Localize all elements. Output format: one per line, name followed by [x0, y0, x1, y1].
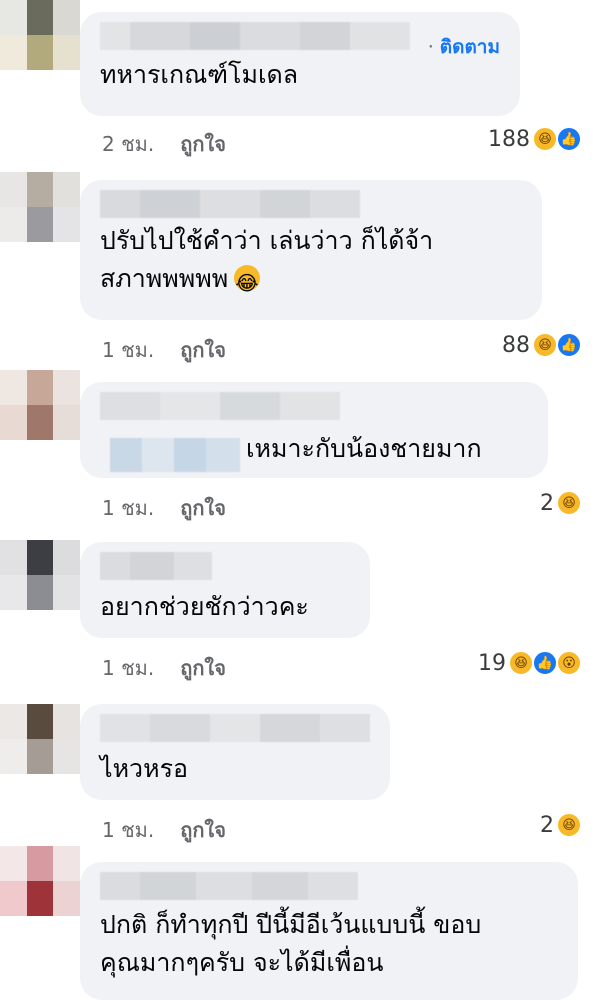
like-icon: 👍 — [556, 126, 582, 152]
comment-bubble: อยากช่วยชักว่าวคะ — [80, 542, 370, 638]
wow-icon: 😮 — [556, 650, 582, 676]
timestamp[interactable]: 1 ชม. — [102, 814, 154, 846]
comment-bubble: เหมาะกับน้องชายมาก — [80, 382, 548, 478]
like-button[interactable]: ถูกใจ — [180, 334, 226, 366]
comment-bubble: ไหวหรอ — [80, 704, 390, 800]
comment-actions: 1 ชม. ถูกใจ — [102, 334, 226, 366]
blurred-mention — [110, 438, 240, 472]
comment-text: ไหวหรอ — [100, 754, 189, 783]
reaction-count: 2 — [540, 812, 554, 838]
follow-label[interactable]: ติดตาม — [440, 36, 500, 58]
timestamp[interactable]: 1 ชม. — [102, 334, 154, 366]
reaction-summary[interactable]: 88 😆 👍 — [502, 332, 582, 358]
haha-icon: 😆 — [532, 126, 558, 152]
haha-icon: 😆 — [532, 332, 558, 358]
reaction-summary[interactable]: 188 😆 👍 — [488, 126, 582, 152]
comment-bubble: · ติดตาม ทหารเกณฑ์โมเดล — [80, 12, 520, 116]
avatar[interactable] — [0, 540, 80, 610]
reaction-count: 2 — [540, 490, 554, 516]
comment-text: เหมาะกับน้องชายมาก — [246, 434, 482, 463]
author-name-blurred[interactable] — [100, 552, 212, 580]
haha-icon: 😆 — [556, 812, 582, 838]
haha-icon: 😆 — [508, 650, 534, 676]
author-name-blurred[interactable] — [100, 22, 410, 50]
author-name-blurred[interactable] — [100, 392, 340, 420]
comment-actions: 1 ชม. ถูกใจ — [102, 814, 226, 846]
comment-bubble: ปกติ ก็ทำทุกปี ปีนี้มีอีเว้นแบบนี้ ขอบ ค… — [80, 862, 578, 1000]
comment-bubble: ปรับไปใช้คำว่า เล่นว่าว ก็ได้จ้า สภาพพพพ… — [80, 180, 542, 320]
reaction-summary[interactable]: 2 😆 — [540, 812, 582, 838]
comment-text: ปกติ ก็ทำทุกปี ปีนี้มีอีเว้นแบบนี้ ขอบ ค… — [100, 910, 482, 977]
timestamp[interactable]: 1 ชม. — [102, 652, 154, 684]
avatar[interactable] — [0, 846, 80, 916]
comment-text: ปรับไปใช้คำว่า เล่นว่าว ก็ได้จ้า สภาพพพพ… — [100, 222, 522, 302]
follow-button[interactable]: · ติดตาม — [428, 32, 500, 62]
tears-of-joy-icon — [234, 264, 261, 302]
haha-icon: 😆 — [556, 490, 582, 516]
avatar[interactable] — [0, 704, 80, 774]
avatar[interactable] — [0, 172, 80, 242]
like-button[interactable]: ถูกใจ — [180, 652, 226, 684]
comment-actions: 1 ชม. ถูกใจ — [102, 492, 226, 524]
comment-actions: 2 ชม. ถูกใจ — [102, 128, 226, 160]
like-button[interactable]: ถูกใจ — [180, 814, 226, 846]
author-name-blurred[interactable] — [100, 872, 358, 900]
reaction-count: 188 — [488, 126, 530, 152]
author-name-blurred[interactable] — [100, 190, 360, 218]
like-button[interactable]: ถูกใจ — [180, 128, 226, 160]
timestamp[interactable]: 2 ชม. — [102, 128, 154, 160]
avatar[interactable] — [0, 0, 80, 70]
like-button[interactable]: ถูกใจ — [180, 492, 226, 524]
like-icon: 👍 — [532, 650, 558, 676]
author-name-blurred[interactable] — [100, 714, 370, 742]
like-icon: 👍 — [556, 332, 582, 358]
reaction-count: 19 — [478, 650, 506, 676]
reaction-count: 88 — [502, 332, 530, 358]
comment-text: อยากช่วยชักว่าวคะ — [100, 592, 309, 621]
avatar[interactable] — [0, 370, 80, 440]
reaction-summary[interactable]: 19 😆 👍 😮 — [478, 650, 582, 676]
timestamp[interactable]: 1 ชม. — [102, 492, 154, 524]
comment-text-content: ปรับไปใช้คำว่า เล่นว่าว ก็ได้จ้า สภาพพพพ… — [100, 226, 434, 293]
reaction-summary[interactable]: 2 😆 — [540, 490, 582, 516]
comment-actions: 1 ชม. ถูกใจ — [102, 652, 226, 684]
